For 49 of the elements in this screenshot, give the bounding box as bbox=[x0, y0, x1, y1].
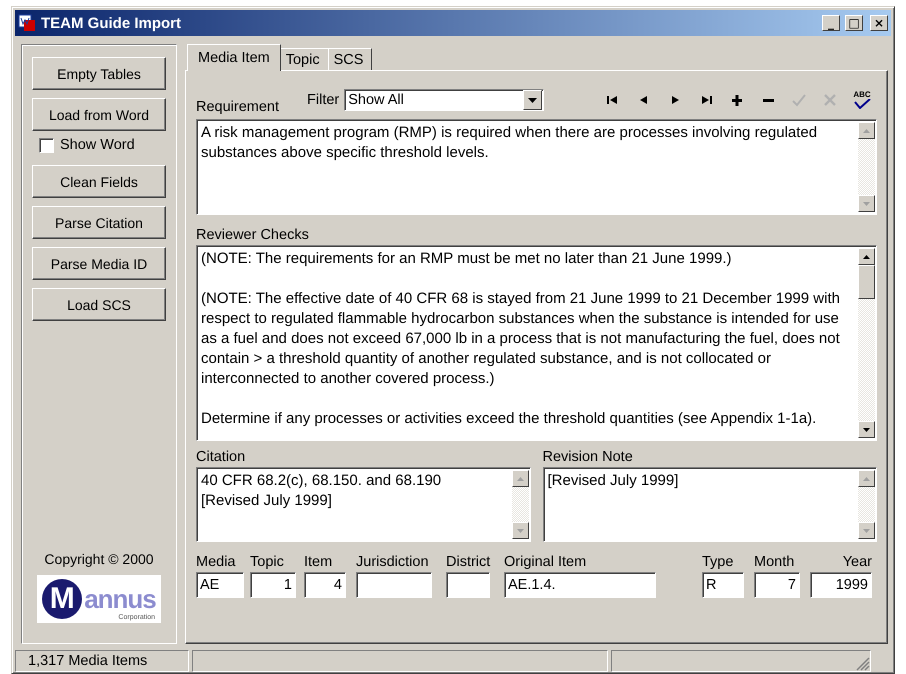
reviewer-checks-textarea[interactable]: (NOTE: The requirements for an RMP must be met no later than 21 June 1999.) (NOTE: The effective date of 40 CFR 68 is stayed from 21 June 1999 to 21 December 1999 with respect to regulated flammable hydrocarbon substances when the substance is intended for use as a fuel and does not exceed 67,000 lb in a process that is not manufacturing the fuel, does not contain > a threshold quantity of another regulated substance, and is not collocated or interconnected to another covered process.) Determine if any processes or activities exceed the threshold quantities (see Appendix 1-1a). bbox=[196, 245, 877, 441]
dropdown-arrow-icon[interactable] bbox=[528, 98, 538, 102]
field-label: Media bbox=[196, 554, 236, 570]
tab[interactable]: Media Item bbox=[187, 44, 281, 71]
status-text: 1,317 Media Items bbox=[15, 650, 189, 672]
section-label: Requirement bbox=[196, 99, 280, 115]
input-field[interactable] bbox=[356, 572, 432, 598]
maximize-button[interactable]: □ bbox=[845, 15, 863, 31]
sidebar-button[interactable]: Parse Citation bbox=[32, 206, 166, 239]
close-button[interactable]: × bbox=[870, 15, 888, 31]
copyright-text: Copyright © 2000 bbox=[44, 551, 154, 567]
filter-label: Filter bbox=[307, 92, 340, 108]
input-field[interactable]: 4 bbox=[304, 572, 346, 598]
window-title: TEAM Guide Import bbox=[41, 14, 182, 32]
scroll-down-icon[interactable] bbox=[863, 428, 870, 432]
input-field[interactable]: 7 bbox=[754, 572, 800, 598]
checkbox-label[interactable]: Show Word bbox=[60, 137, 135, 153]
resize-grip-icon[interactable] bbox=[856, 657, 870, 671]
input-field[interactable]: R bbox=[702, 572, 744, 598]
minimize-button[interactable]: _ bbox=[822, 15, 840, 31]
filter-dropdown[interactable]: Show All bbox=[344, 89, 544, 111]
scroll-up-icon[interactable] bbox=[863, 254, 870, 258]
sidebar-button[interactable]: Empty Tables bbox=[32, 57, 166, 90]
field-label: Year bbox=[842, 554, 872, 570]
field-label: Month bbox=[754, 554, 796, 570]
section-label: Revision Note bbox=[542, 449, 633, 465]
app-icon bbox=[18, 14, 36, 32]
field-label: Type bbox=[702, 554, 734, 570]
tab[interactable]: SCS bbox=[328, 48, 372, 70]
input-field[interactable]: AE.1.4. bbox=[504, 572, 656, 598]
input-field[interactable]: 1999 bbox=[810, 572, 872, 598]
field-label: Jurisdiction bbox=[356, 554, 430, 570]
spell-check-button[interactable]: ABC bbox=[853, 90, 871, 109]
checkbox[interactable] bbox=[39, 138, 54, 152]
section-label: Citation bbox=[196, 449, 246, 465]
input-field[interactable]: 1 bbox=[250, 572, 296, 598]
sidebar-button[interactable]: Load SCS bbox=[32, 288, 166, 321]
sidebar-button[interactable]: Parse Media ID bbox=[32, 247, 166, 280]
sidebar-button[interactable]: Load from Word bbox=[32, 98, 166, 131]
tab[interactable]: Topic bbox=[280, 48, 329, 70]
field-label: District bbox=[446, 554, 490, 570]
input-field[interactable] bbox=[446, 572, 490, 598]
field-label: Original Item bbox=[504, 554, 588, 570]
input-field[interactable]: AE bbox=[196, 572, 244, 598]
field-label: Item bbox=[304, 554, 334, 570]
section-label: Reviewer Checks bbox=[196, 227, 309, 243]
field-label: Topic bbox=[250, 554, 285, 570]
scroll-thumb[interactable] bbox=[858, 265, 875, 299]
sidebar-button[interactable]: Clean Fields bbox=[32, 165, 166, 198]
